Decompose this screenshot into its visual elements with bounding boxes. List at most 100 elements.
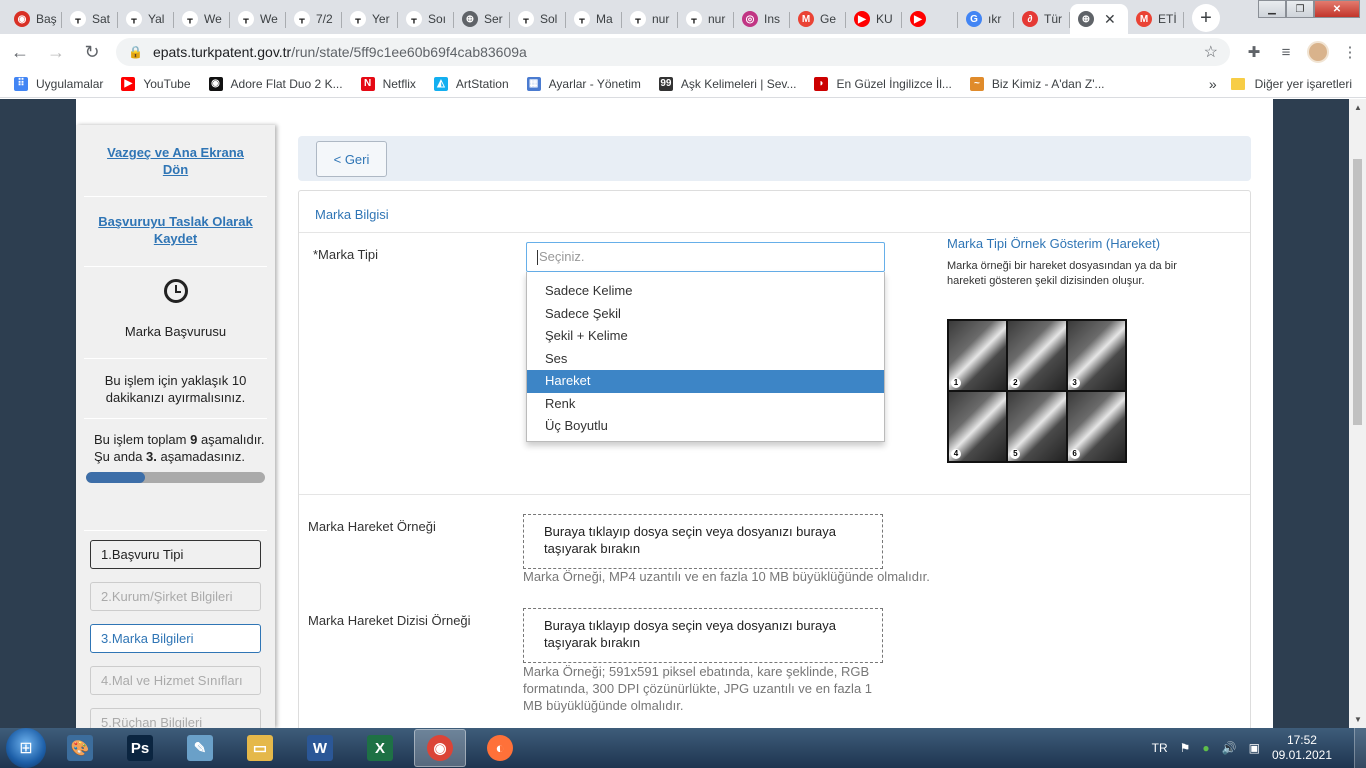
mark-type-option[interactable]: Üç Boyutlu <box>527 415 884 438</box>
shield-icon[interactable]: ● <box>1202 741 1209 755</box>
taskbar-app[interactable]: 🎨 <box>54 729 106 767</box>
taskbar-app[interactable]: X <box>354 729 406 767</box>
site-icon: ~ <box>969 76 984 91</box>
mark-type-select[interactable]: Seçiniz. <box>526 242 885 272</box>
cancel-return-home-link[interactable]: Vazgeç ve Ana Ekrana Dön <box>84 144 267 178</box>
bookmark-item[interactable]: ⠿ Uygulamalar <box>14 76 103 91</box>
taskbar-app[interactable]: Ps <box>114 729 166 767</box>
bookmark-item[interactable]: N Netflix <box>360 76 416 91</box>
browser-tab[interactable]: ᚁ Sol <box>510 4 566 34</box>
scrollbar-thumb[interactable] <box>1353 159 1362 425</box>
taskbar-app[interactable]: ◉ <box>414 729 466 767</box>
clock-time: 17:52 <box>1286 733 1317 747</box>
mark-type-option[interactable]: Şekil + Kelime <box>527 325 884 348</box>
tab-separator <box>1183 12 1184 28</box>
tab-title: Ser <box>484 12 503 26</box>
adore-icon: ◉ <box>208 76 223 91</box>
save-draft-link[interactable]: Başvuruyu Taslak Olarak Kaydet <box>84 213 267 247</box>
address-bar[interactable]: 🔒 epats.turkpatent.gov.tr/run/state/5ff9… <box>116 38 1230 66</box>
media-control-icon[interactable]: ≡ <box>1270 36 1302 68</box>
taskbar-app[interactable]: ▭ <box>234 729 286 767</box>
taskbar-app[interactable]: ✎ <box>174 729 226 767</box>
mark-type-option[interactable]: Hareket <box>527 370 884 393</box>
scroll-up-icon[interactable]: ▲ <box>1354 103 1362 112</box>
bookmark-item[interactable]: ▶ YouTube <box>121 76 191 91</box>
browser-tab[interactable]: ⊕ Ser <box>454 4 510 34</box>
frame-number: 4 <box>951 449 961 459</box>
wizard-step[interactable]: 2.Kurum/Şirket Bilgileri <box>90 582 261 611</box>
browser-tab[interactable]: Gıkr <box>958 4 1014 34</box>
network-icon[interactable]: ▣ <box>1249 741 1260 755</box>
tab-title: Ge <box>820 12 837 26</box>
wizard-step[interactable]: 1.Başvuru Tipi <box>90 540 261 569</box>
extensions-icon[interactable]: ✚ <box>1238 36 1270 68</box>
bookmark-item[interactable]: ▦ Ayarlar - Yönetim <box>526 76 641 91</box>
browser-tab[interactable]: ᚁ We <box>174 4 230 34</box>
start-button[interactable]: ⊞ <box>6 728 46 768</box>
taskbar-app[interactable]: ◐ <box>474 729 526 767</box>
tab-favicon-icon: ᚁ <box>406 11 422 27</box>
bookmark-label: Ayarlar - Yönetim <box>548 76 641 91</box>
notepad-icon: ✎ <box>187 735 213 761</box>
browser-tab[interactable]: ᚁ 7/2 <box>286 4 342 34</box>
browser-tab[interactable]: ᚁ We <box>230 4 286 34</box>
browser-tab[interactable]: ᚁ Yer <box>342 4 398 34</box>
browser-tab[interactable]: ᚁ Sat <box>62 4 118 34</box>
browser-tab[interactable]: ∂ Tür <box>1014 4 1070 34</box>
browser-tab[interactable]: ◎ Ins <box>734 4 790 34</box>
window-controls: ▁ ❐ ✕ <box>1258 0 1360 18</box>
language-indicator[interactable]: TR <box>1152 741 1168 755</box>
browser-tab[interactable]: ᚁ Ma <box>566 4 622 34</box>
wizard-step[interactable]: 3.Marka Bilgileri <box>90 624 261 653</box>
browser-tab[interactable]: ᚁ nur <box>622 4 678 34</box>
browser-tab[interactable]: ⊕ ✕ <box>1070 4 1128 34</box>
volume-icon[interactable]: 🔊 <box>1222 741 1237 755</box>
browser-tab[interactable]: M ETİ <box>1128 4 1184 34</box>
scroll-down-icon[interactable]: ▼ <box>1354 715 1362 724</box>
page-scrollbar[interactable]: ▲ ▼ <box>1349 99 1366 728</box>
mark-type-option[interactable]: Renk <box>527 393 884 416</box>
browser-tab[interactable]: ᚁ nur <box>678 4 734 34</box>
tab-favicon-icon: ᚁ <box>238 11 254 27</box>
mark-type-option[interactable]: Sadece Kelime <box>527 280 884 303</box>
chevron-more-icon[interactable]: » <box>1209 76 1217 92</box>
back-button[interactable]: < Geri <box>316 141 387 177</box>
bookmark-item[interactable]: ◗ En Güzel İngilizce İl... <box>814 76 952 91</box>
mark-type-option[interactable]: Ses <box>527 348 884 371</box>
browser-tab[interactable]: ▶ KU <box>846 4 902 34</box>
bookmark-item[interactable]: ~ Biz Kimiz - A'dan Z'... <box>969 76 1105 91</box>
tab-title: ETİ <box>1158 12 1177 26</box>
wizard-step[interactable]: 4.Mal ve Hizmet Sınıfları <box>90 666 261 695</box>
reload-icon[interactable]: ↻ <box>76 36 108 68</box>
close-window-button[interactable]: ✕ <box>1314 0 1360 18</box>
flag-icon[interactable]: ⚑ <box>1180 741 1191 755</box>
browser-tab[interactable]: ◉ Baş <box>6 4 62 34</box>
other-bookmarks[interactable]: » Diğer yer işaretleri <box>1209 76 1352 92</box>
minimize-button[interactable]: ▁ <box>1258 0 1286 18</box>
motion-file-dropzone[interactable]: Buraya tıklayıp dosya seçin veya dosyanı… <box>523 514 883 569</box>
lock-icon[interactable]: 🔒 <box>128 45 143 59</box>
sequence-file-dropzone[interactable]: Buraya tıklayıp dosya seçin veya dosyanı… <box>523 608 883 663</box>
photoshop-icon: Ps <box>127 735 153 761</box>
browser-tab[interactable]: ᚁ Soı <box>398 4 454 34</box>
maximize-button[interactable]: ❐ <box>1286 0 1314 18</box>
taskbar-app[interactable]: W <box>294 729 346 767</box>
bookmark-item[interactable]: ◭ ArtStation <box>433 76 509 91</box>
url-host: epats.turkpatent.gov.tr <box>152 44 292 60</box>
browser-tab[interactable]: M Ge <box>790 4 846 34</box>
bookmark-star-icon[interactable]: ☆ <box>1204 42 1218 62</box>
forward-arrow-icon[interactable]: → <box>40 36 72 68</box>
mark-type-option[interactable]: Sadece Şekil <box>527 303 884 326</box>
profile-avatar[interactable] <box>1302 36 1334 68</box>
menu-dots-icon[interactable]: ⋮ <box>1334 36 1366 68</box>
show-desktop-button[interactable] <box>1354 728 1366 768</box>
bookmark-item[interactable]: 99 Aşk Kelimeleri | Sev... <box>658 76 796 91</box>
taskbar-clock[interactable]: 17:52 09.01.2021 <box>1272 733 1332 763</box>
browser-tab[interactable]: ▶ <box>902 4 958 34</box>
wizard-step[interactable]: 5.Rüçhan Bilgileri <box>90 708 261 728</box>
close-tab-icon[interactable]: ✕ <box>1104 11 1116 28</box>
bookmark-item[interactable]: ◉ Adore Flat Duo 2 K... <box>208 76 343 91</box>
browser-tab[interactable]: ᚁ Yal <box>118 4 174 34</box>
back-arrow-icon[interactable]: ← <box>4 36 36 68</box>
new-tab-button[interactable]: + <box>1192 4 1220 32</box>
